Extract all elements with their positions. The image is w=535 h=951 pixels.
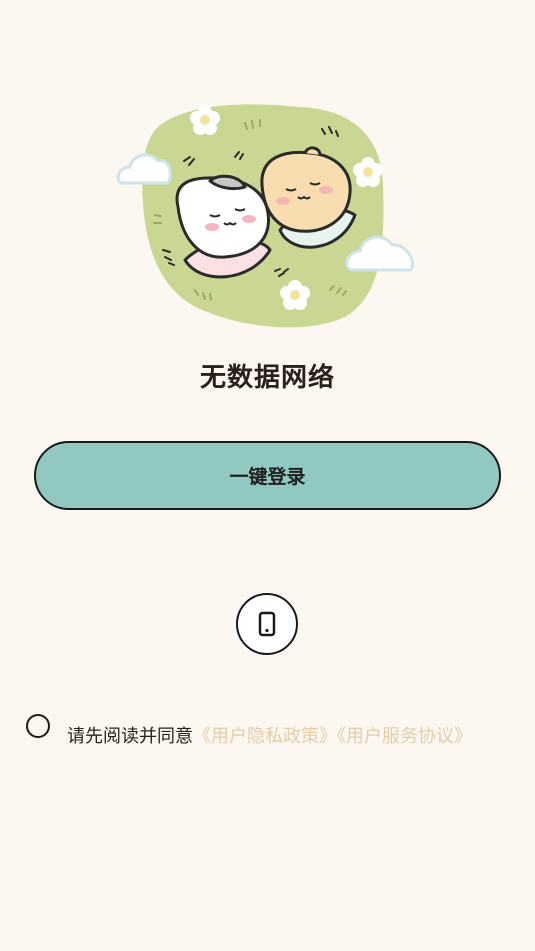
agreement-row: 请先阅读并同意《用户隐私政策》《用户服务协议》 (26, 714, 526, 758)
privacy-policy-link[interactable]: 《用户隐私政策》 (193, 726, 337, 747)
agreement-text: 请先阅读并同意《用户隐私政策》《用户服务协议》 (67, 724, 472, 750)
one-click-login-button[interactable]: 一键登录 (34, 441, 501, 510)
agreement-checkbox[interactable] (26, 714, 50, 738)
service-agreement-link[interactable]: 《用户服务协议》 (337, 726, 472, 747)
agreement-prefix: 请先阅读并同意 (67, 726, 193, 747)
page-title: 无数据网络 (199, 363, 335, 393)
hamsters-illustration (100, 95, 430, 335)
smartphone-icon (257, 611, 277, 637)
phone-login-button[interactable] (236, 593, 298, 655)
